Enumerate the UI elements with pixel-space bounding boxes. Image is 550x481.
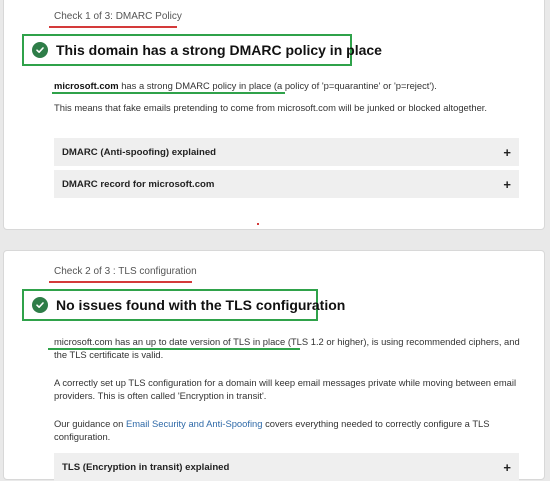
check-circle-icon [32, 297, 48, 313]
step-underline [49, 26, 177, 28]
accordion-dmarc-record[interactable]: DMARC record for microsoft.com + [54, 170, 519, 198]
tls-guidance: Our guidance on Email Security and Anti-… [54, 417, 524, 443]
dmarc-summary: microsoft.com has a strong DMARC policy … [54, 79, 524, 92]
step-label-tls: Check 2 of 3 : TLS configuration [54, 266, 197, 277]
plus-icon: + [503, 176, 511, 192]
accordion-title: DMARC record for microsoft.com [62, 178, 215, 190]
dmarc-headline-box: This domain has a strong DMARC policy in… [22, 34, 382, 66]
dmarc-policy-highlight: has a strong DMARC policy in place [121, 80, 272, 91]
dmarc-headline: This domain has a strong DMARC policy in… [56, 42, 382, 58]
plus-icon: + [503, 144, 511, 160]
dmarc-explanation: This means that fake emails pretending t… [54, 102, 488, 113]
highlight-underline [52, 92, 285, 94]
dmarc-check-card: Check 1 of 3: DMARC Policy This domain h… [3, 0, 545, 230]
guidance-prefix: Our guidance on [54, 418, 124, 429]
step-label-dmarc: Check 1 of 3: DMARC Policy [54, 11, 182, 22]
tls-explanation: A correctly set up TLS configuration for… [54, 377, 517, 401]
highlight-underline [48, 348, 300, 350]
domain-name: microsoft.com [54, 80, 119, 91]
tls-highlight: microsoft.com has an up to date version … [54, 336, 286, 347]
accordion-dmarc-explained[interactable]: DMARC (Anti-spoofing) explained + [54, 138, 519, 166]
annotation-dot [257, 223, 259, 225]
guidance-link[interactable]: Email Security and Anti-Spoofing [126, 418, 263, 429]
step-underline [49, 281, 192, 283]
accordion-tls-explained[interactable]: TLS (Encryption in transit) explained + [54, 453, 519, 481]
accordion-title: TLS (Encryption in transit) explained [62, 461, 230, 473]
check-circle-icon [32, 42, 48, 58]
accordion-title: DMARC (Anti-spoofing) explained [62, 146, 217, 158]
tls-headline: No issues found with the TLS configurati… [56, 297, 346, 313]
dmarc-policy-detail: (a policy of 'p=quarantine' or 'p=reject… [273, 80, 437, 91]
tls-check-card: Check 2 of 3 : TLS configuration No issu… [3, 250, 545, 481]
tls-headline-box: No issues found with the TLS configurati… [22, 289, 345, 321]
